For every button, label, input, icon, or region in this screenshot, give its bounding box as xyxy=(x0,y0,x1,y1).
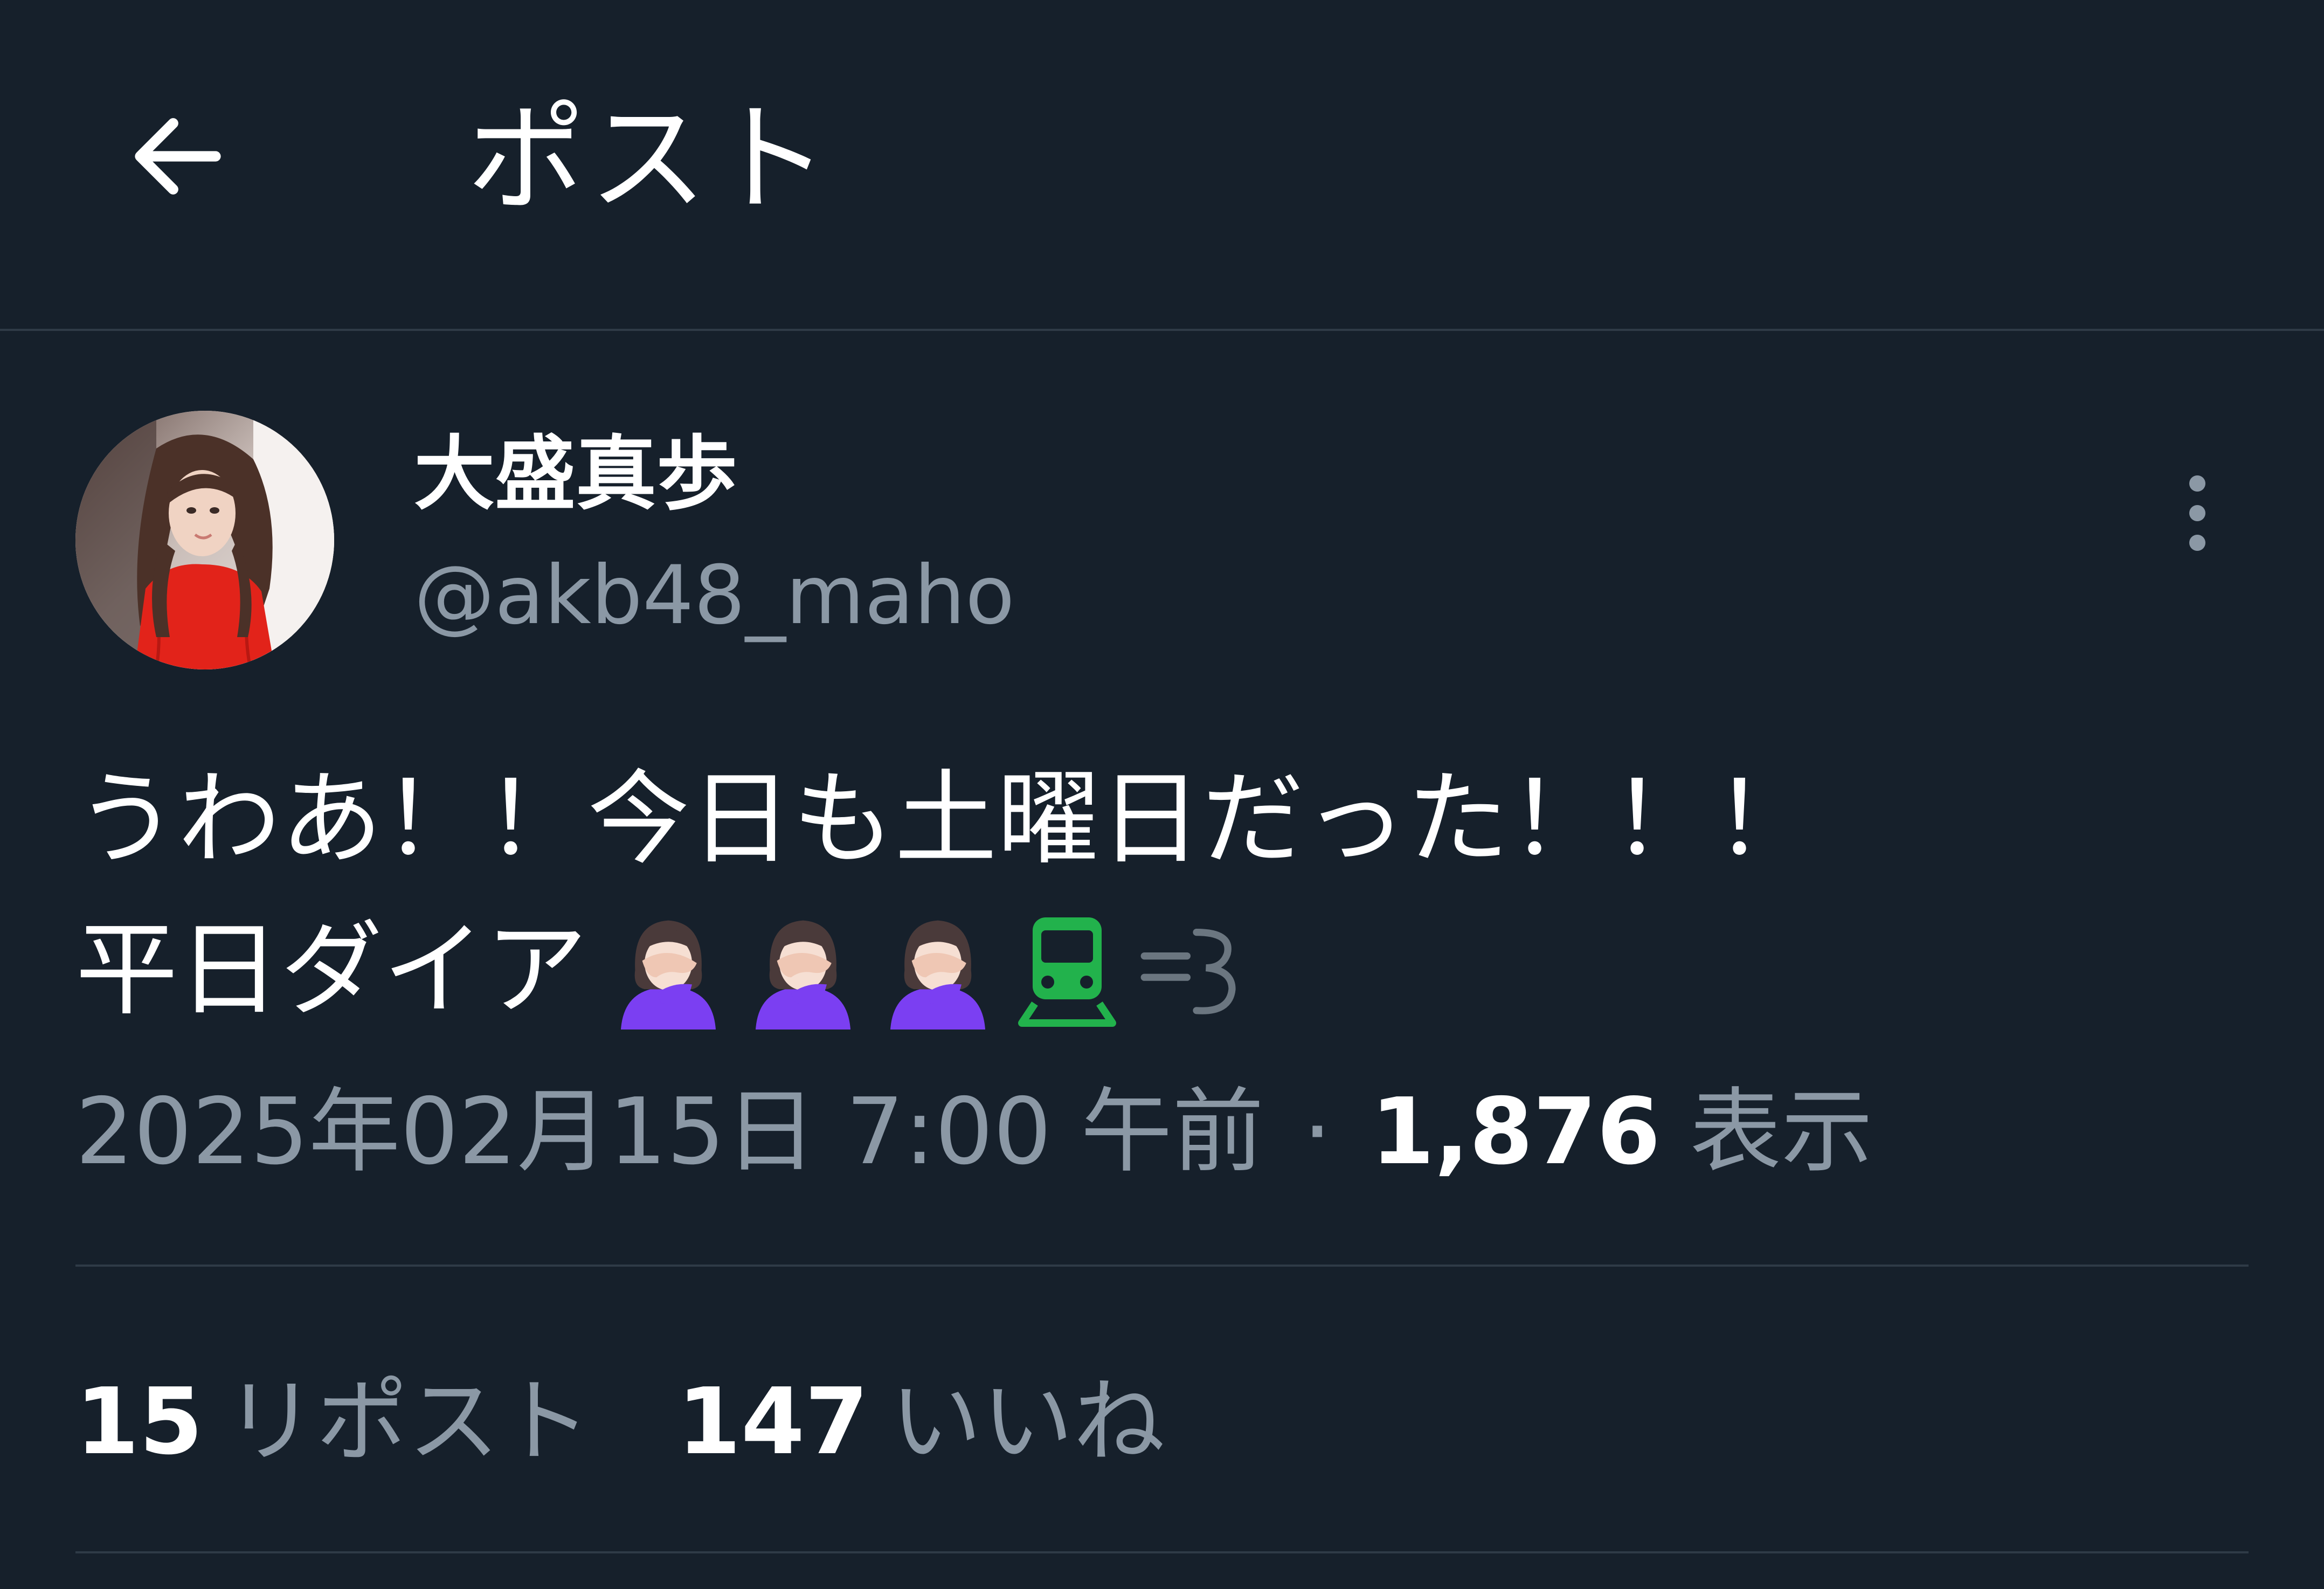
likes-stat[interactable]: 147 いいね xyxy=(677,1363,1165,1481)
likes-count: 147 xyxy=(677,1369,869,1475)
more-options-button[interactable] xyxy=(2162,465,2232,562)
back-button[interactable] xyxy=(108,86,248,226)
views-count: 1,876 xyxy=(1371,1079,1661,1185)
post-text-line-2: 平日ダイア xyxy=(75,895,2177,1046)
more-vertical-icon xyxy=(2189,475,2205,551)
likes-label: いいね xyxy=(890,1369,1165,1475)
views-label: 表示 xyxy=(1690,1079,1873,1185)
timestamp[interactable]: 2025年02月15日 7:00 午前 xyxy=(75,1079,1264,1185)
person-facepalming-emoji xyxy=(890,920,986,1030)
post-text: うわあ！！今日も土曜日だった！！！ 平日ダイア xyxy=(75,744,2177,1046)
post-text-line-1: うわあ！！今日も土曜日だった！！！ xyxy=(75,759,1817,879)
person-facepalming-emoji xyxy=(756,920,851,1030)
post-stats: 15 リポスト 147 いいね xyxy=(75,1363,1165,1481)
author-display-name[interactable]: 大盛真歩 xyxy=(414,426,737,523)
train-emoji xyxy=(1018,917,1117,1027)
arrow-left-icon xyxy=(135,118,221,195)
divider-meta xyxy=(75,1265,2249,1267)
top-bar: ポスト xyxy=(0,0,2324,331)
emoji-row xyxy=(609,911,1256,1030)
header-divider xyxy=(0,329,2324,331)
avatar[interactable] xyxy=(75,411,334,669)
reposts-stat[interactable]: 15 リポスト xyxy=(75,1363,591,1481)
profile-photo xyxy=(75,411,334,669)
dash-emoji xyxy=(1140,929,1236,1014)
reposts-count: 15 xyxy=(75,1369,203,1475)
person-facepalming-emoji xyxy=(621,920,716,1030)
post-meta: 2025年02月15日 7:00 午前 · 1,876 表示 xyxy=(75,1073,1873,1191)
post-text-line-2-text: 平日ダイア xyxy=(75,910,588,1030)
meta-separator: · xyxy=(1303,1079,1332,1185)
divider-stats xyxy=(75,1551,2249,1553)
author-handle[interactable]: @akb48_maho xyxy=(414,547,1015,644)
post-detail-screen: ポスト 大盛真歩 @akb48_maho うわあ！！今日も土曜日だった！！！ 平… xyxy=(0,0,2324,1589)
page-title: ポスト xyxy=(467,90,833,228)
reposts-label: リポスト xyxy=(224,1369,591,1475)
